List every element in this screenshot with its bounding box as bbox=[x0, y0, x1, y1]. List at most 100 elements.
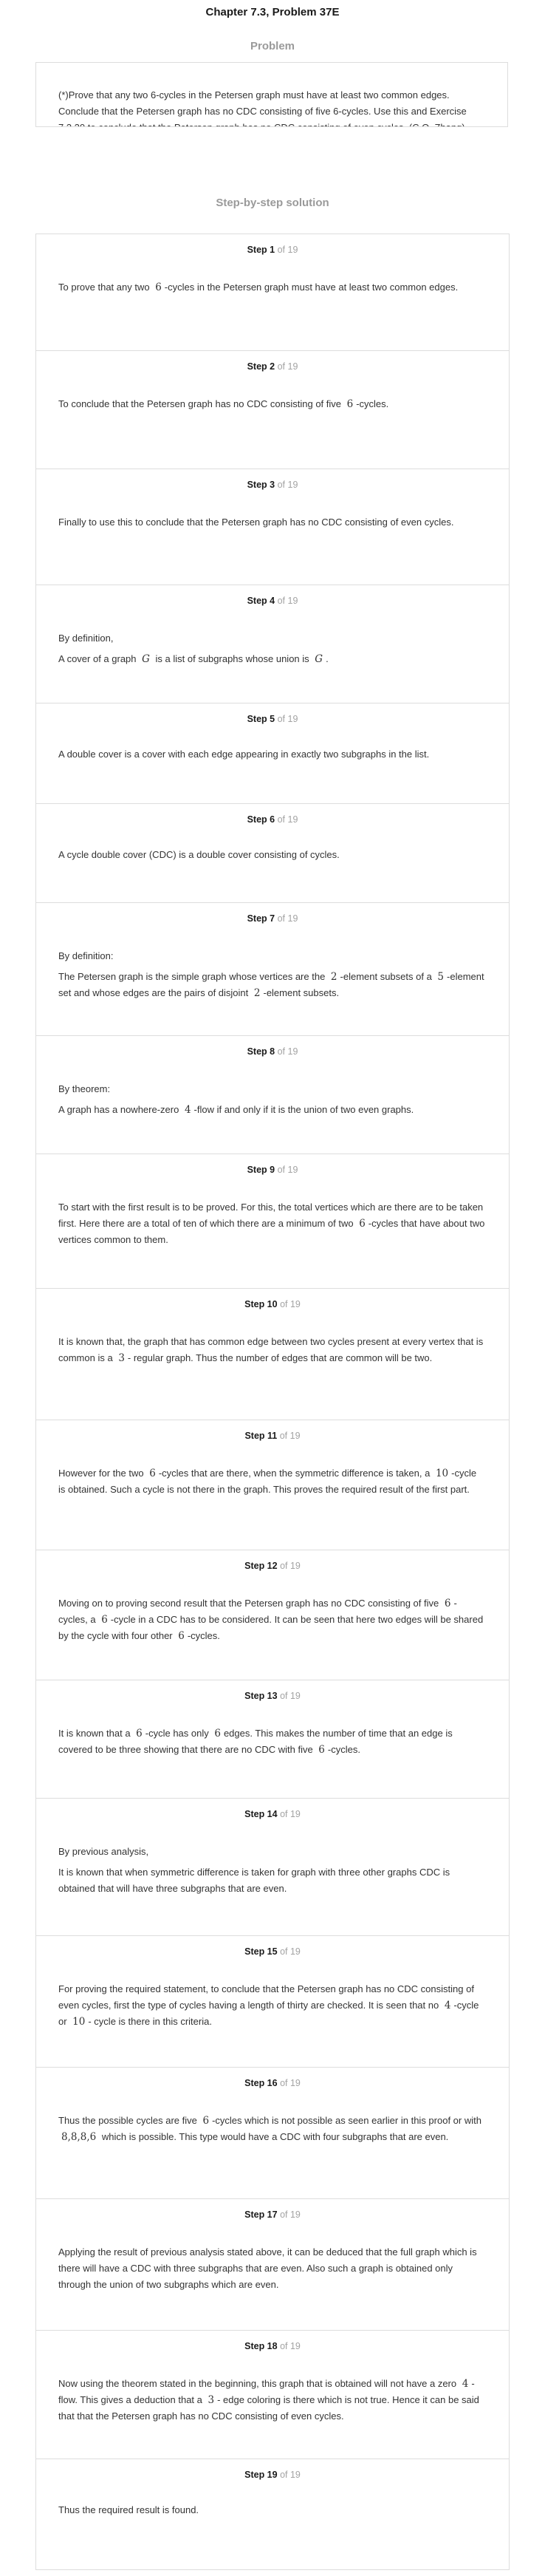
step-card: Step 7 of 19 By definition: The Petersen g… bbox=[36, 903, 509, 1036]
step-body: Thus the possible cycles are five 6 -cycl… bbox=[58, 2113, 485, 2145]
step-body: By previous analysis, It is known that wh… bbox=[58, 1844, 485, 1897]
step-header: Step 14 of 19 bbox=[36, 1809, 509, 1819]
math-expression: 6 bbox=[318, 1744, 325, 1756]
step-text: Moving on to proving second result that … bbox=[58, 1598, 484, 1642]
step-header: Step 13 of 19 bbox=[36, 1691, 509, 1701]
step-body: Applying the result of previous analysis… bbox=[58, 2244, 485, 2293]
math-expression: G bbox=[315, 653, 323, 665]
step-text: To conclude that the Petersen graph has … bbox=[58, 398, 389, 410]
step-card: Step 15 of 19 For proving the required st… bbox=[36, 1936, 509, 2068]
step-text: The Petersen graph is the simple graph w… bbox=[58, 971, 484, 999]
step-label: Step 8 bbox=[247, 1046, 278, 1057]
step-total: of 19 bbox=[277, 913, 298, 924]
step-total: of 19 bbox=[280, 2078, 301, 2088]
step-card: Step 2 of 19 To conclude that the Peterse… bbox=[36, 351, 509, 469]
step-text: Thus the possible cycles are five 6 -cycl… bbox=[58, 2115, 481, 2143]
math-expression: 6 bbox=[101, 1614, 108, 1626]
step-body: However for the two 6 -cycles that are th… bbox=[58, 1465, 485, 1498]
step-text: To prove that any two 6 -cycles in the Pe… bbox=[58, 282, 459, 293]
step-card: Step 14 of 19 By previous analysis, It is … bbox=[36, 1799, 509, 1936]
math-expression: 6 bbox=[178, 1630, 185, 1642]
step-body: By theorem: A graph has a nowhere-zero 4-… bbox=[58, 1081, 485, 1118]
step-total: of 19 bbox=[277, 814, 298, 825]
step-card: Step 9 of 19 To start with the first resu… bbox=[36, 1154, 509, 1289]
step-card: Step 1 of 19 To prove that any two 6 -cycl… bbox=[36, 234, 509, 351]
step-body: A double cover is a cover with each edge… bbox=[58, 746, 485, 763]
math-expression: 4 bbox=[184, 1104, 191, 1116]
step-label: Step 18 bbox=[244, 2341, 281, 2351]
step-card: Step 17 of 19 Applying the result of prev… bbox=[36, 2199, 509, 2331]
math-expression: 6 bbox=[444, 1598, 451, 1609]
solution-heading: Step-by-step solution bbox=[216, 197, 329, 209]
step-card: Step 5 of 19 A double cover is a cover wi… bbox=[36, 703, 509, 804]
math-expression: 2 bbox=[330, 971, 337, 983]
step-total: of 19 bbox=[277, 1046, 298, 1057]
math-expression: 6 bbox=[214, 1728, 221, 1740]
step-text: By previous analysis, bbox=[58, 1846, 149, 1857]
step-header: Step 7 of 19 bbox=[36, 913, 509, 924]
step-total: of 19 bbox=[280, 2341, 301, 2351]
step-body: Finally to use this to conclude that the… bbox=[58, 514, 485, 531]
step-body: Now using the theorem stated in the begi… bbox=[58, 2376, 485, 2425]
step-header: Step 6 of 19 bbox=[36, 814, 509, 825]
step-header: Step 19 of 19 bbox=[36, 2470, 509, 2480]
step-text: It is known that a 6 -cycle has only 6 edg… bbox=[58, 1728, 453, 1756]
math-expression: G bbox=[142, 653, 150, 665]
step-header: Step 15 of 19 bbox=[36, 1946, 509, 1957]
step-header: Step 4 of 19 bbox=[36, 596, 509, 606]
step-body: Moving on to proving second result that … bbox=[58, 1595, 485, 1644]
step-label: Step 12 bbox=[244, 1561, 281, 1571]
step-total: of 19 bbox=[277, 1165, 298, 1175]
math-expression: 5 bbox=[437, 971, 445, 983]
math-expression: 6 bbox=[149, 1468, 156, 1479]
step-text: By theorem: bbox=[58, 1083, 111, 1094]
step-label: Step 1 bbox=[247, 245, 278, 255]
step-label: Step 16 bbox=[244, 2078, 281, 2088]
step-label: Step 9 bbox=[247, 1165, 278, 1175]
step-header: Step 18 of 19 bbox=[36, 2341, 509, 2351]
step-body: For proving the required statement, to c… bbox=[58, 1981, 485, 2030]
step-text: However for the two 6 -cycles that are th… bbox=[58, 1468, 477, 1495]
step-total: of 19 bbox=[280, 2470, 301, 2480]
problem-box: (*)Prove that any two 6-cycles in the Pe… bbox=[35, 62, 508, 127]
step-body: To start with the first result is to be … bbox=[58, 1199, 485, 1248]
math-expression: 2 bbox=[253, 987, 261, 999]
step-label: Step 15 bbox=[244, 1946, 281, 1957]
step-body: By definition, A cover of a graph G is a … bbox=[58, 630, 485, 667]
step-body: A cycle double cover (CDC) is a double c… bbox=[58, 847, 485, 863]
step-total: of 19 bbox=[280, 1691, 301, 1701]
step-text: Applying the result of previous analysis… bbox=[58, 2246, 477, 2290]
step-header: Step 12 of 19 bbox=[36, 1561, 509, 1571]
step-card: Step 18 of 19 Now using the theorem state… bbox=[36, 2331, 509, 2459]
step-card: Step 3 of 19 Finally to use this to concl… bbox=[36, 469, 509, 585]
step-body: It is known that a 6 -cycle has only 6 edg… bbox=[58, 1725, 485, 1758]
step-label: Step 14 bbox=[244, 1809, 281, 1819]
step-header: Step 17 of 19 bbox=[36, 2209, 509, 2220]
step-body: It is known that, the graph that has com… bbox=[58, 1334, 485, 1366]
step-total: of 19 bbox=[277, 245, 298, 255]
step-label: Step 11 bbox=[244, 1431, 280, 1441]
step-body: By definition: The Petersen graph is the … bbox=[58, 948, 485, 1001]
step-text: Now using the theorem stated in the begi… bbox=[58, 2378, 479, 2422]
math-expression: 3 bbox=[118, 1352, 125, 1364]
step-label: Step 5 bbox=[247, 714, 278, 724]
step-label: Step 4 bbox=[247, 596, 278, 606]
step-total: of 19 bbox=[277, 596, 298, 606]
step-total: of 19 bbox=[280, 2209, 301, 2220]
step-text: It is known that, the graph that has com… bbox=[58, 1336, 484, 1364]
step-label: Step 19 bbox=[244, 2470, 281, 2480]
step-card: Step 6 of 19 A cycle double cover (CDC) i… bbox=[36, 804, 509, 903]
step-header: Step 10 of 19 bbox=[36, 1299, 509, 1309]
step-card: Step 19 of 19 Thus the required result is… bbox=[36, 2459, 509, 2570]
math-expression: 4 bbox=[444, 2000, 451, 2011]
step-total: of 19 bbox=[279, 1431, 301, 1441]
step-text: A graph has a nowhere-zero 4 -flow if and… bbox=[58, 1104, 414, 1116]
step-text: By definition, bbox=[58, 633, 114, 644]
math-expression: 6 bbox=[202, 2115, 210, 2127]
math-expression: 6 bbox=[359, 1218, 366, 1230]
step-total: of 19 bbox=[277, 480, 298, 490]
math-expression: 6 bbox=[346, 398, 354, 410]
step-label: Step 2 bbox=[247, 361, 278, 372]
step-header: Step 9 of 19 bbox=[36, 1165, 509, 1175]
chapter-title: Chapter 7.3, Problem 37E bbox=[205, 6, 340, 18]
